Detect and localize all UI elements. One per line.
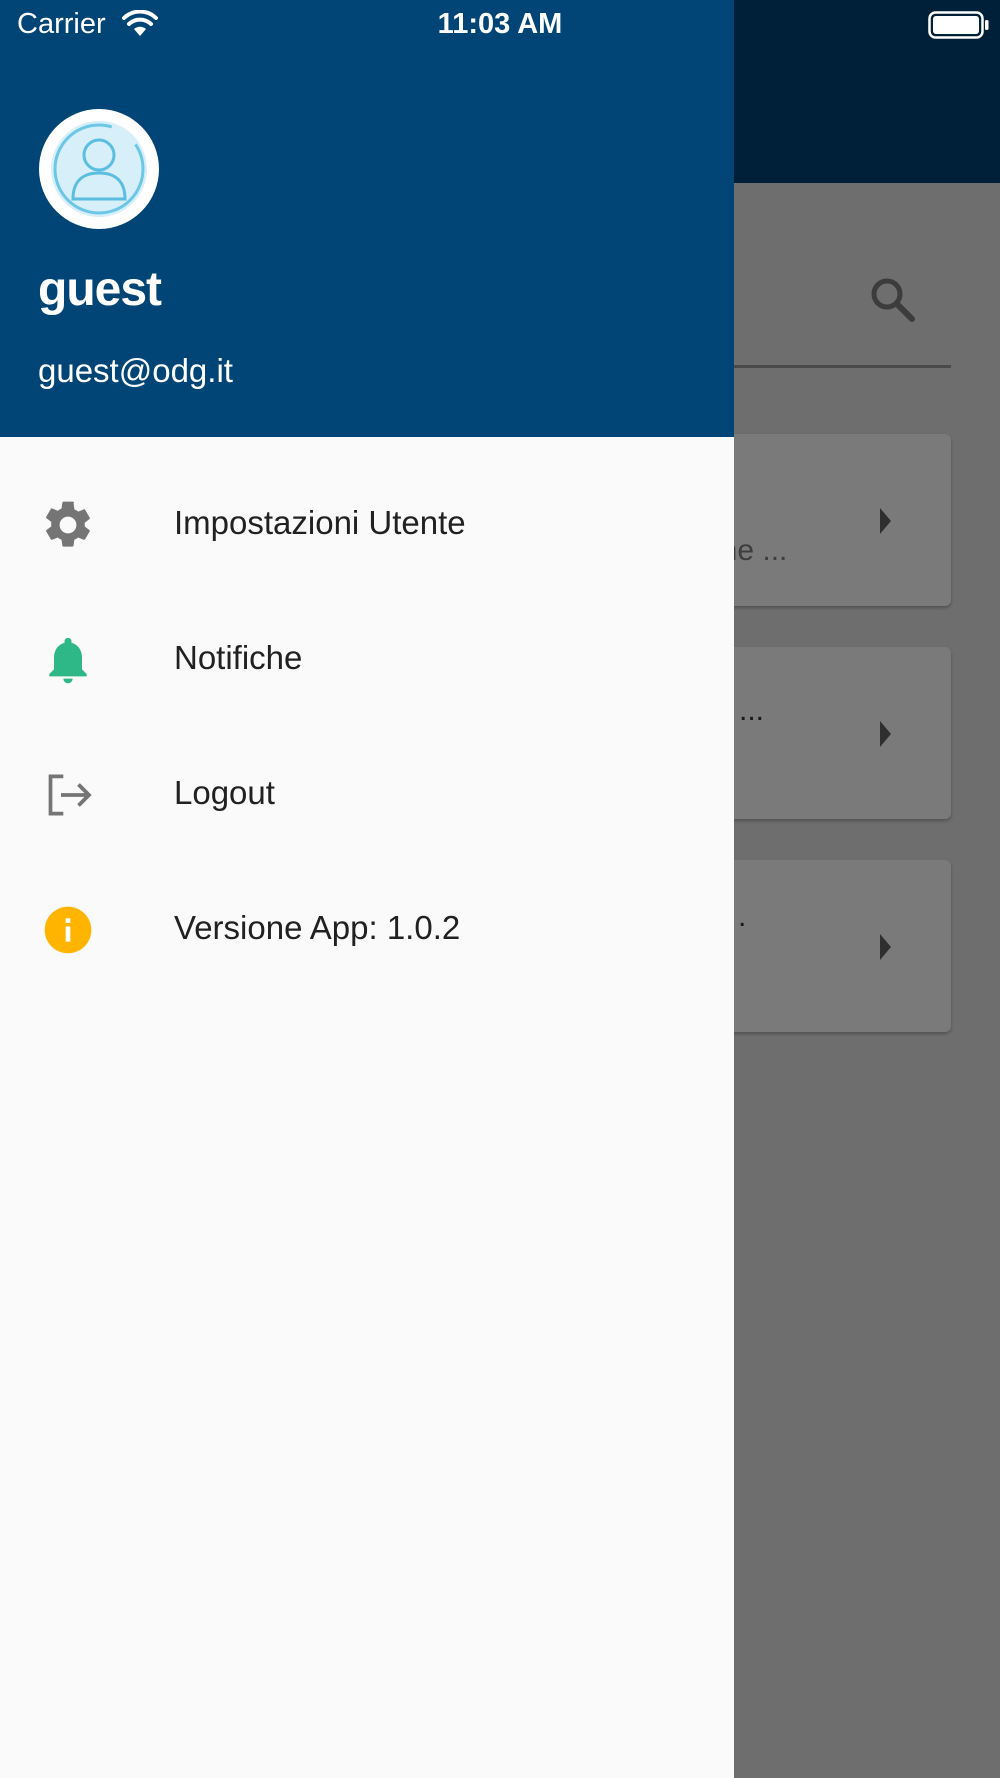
menu-item-app-version[interactable]: Versione App: 1.0.2 xyxy=(0,863,734,998)
chevron-right-icon xyxy=(880,508,891,534)
user-email: guest@odg.it xyxy=(38,352,233,389)
menu-item-label: Notifiche xyxy=(174,639,303,676)
user-avatar-icon xyxy=(51,121,147,217)
bell-icon xyxy=(49,637,87,684)
info-icon xyxy=(44,906,92,954)
navigation-drawer: guest guest@odg.it Impostazioni Utente N… xyxy=(0,0,734,1778)
menu-item-label: Impostazioni Utente xyxy=(174,504,466,541)
card-snippet: . xyxy=(738,900,747,933)
menu-item-user-settings[interactable]: Impostazioni Utente xyxy=(0,458,734,593)
search-icon xyxy=(871,278,915,322)
status-time: 11:03 AM xyxy=(437,8,563,40)
search-underline xyxy=(700,365,951,368)
menu-item-notifications[interactable]: Notifiche xyxy=(0,593,734,728)
battery-icon xyxy=(928,11,989,39)
status-bar: Carrier 11:03 AM xyxy=(0,0,1000,50)
chevron-right-icon xyxy=(880,721,891,747)
chevron-right-icon xyxy=(880,934,891,960)
background-card: re ... xyxy=(700,647,951,819)
menu-item-label: Logout xyxy=(174,774,275,811)
gear-icon xyxy=(46,501,90,547)
menu-item-label: Versione App: 1.0.2 xyxy=(174,909,461,946)
background-card: . xyxy=(700,860,951,1032)
background-card: one ... xyxy=(700,434,951,606)
menu-item-logout[interactable]: Logout xyxy=(0,728,734,863)
user-name: guest xyxy=(38,263,162,316)
logout-icon xyxy=(48,774,92,816)
avatar[interactable] xyxy=(39,109,159,229)
drawer-header: guest guest@odg.it xyxy=(0,0,734,437)
